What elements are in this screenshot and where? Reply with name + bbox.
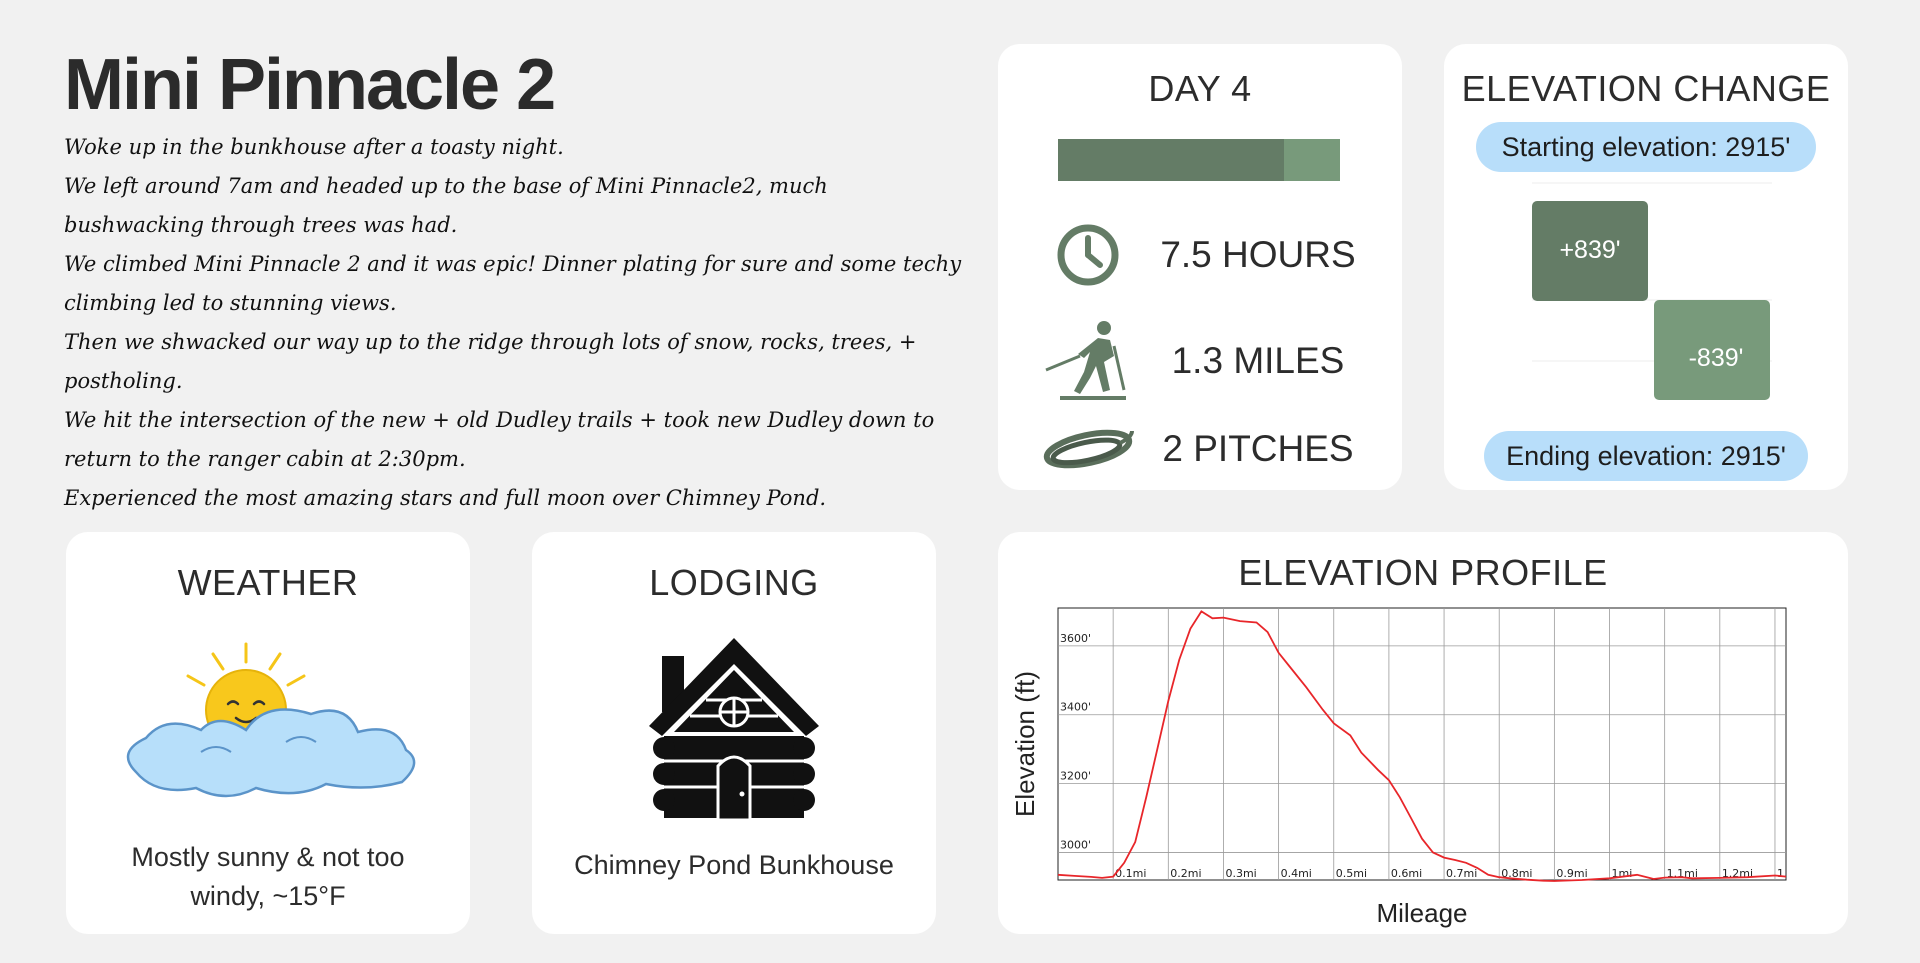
journal-line: We hit the intersection of the new + old… [64,408,935,471]
sun-cloud-icon [106,632,436,817]
journal-line: Then we shwacked our way up to the ridge… [64,330,917,393]
y-tick-label: 3000' [1060,838,1091,851]
journal-line: We climbed Mini Pinnacle 2 and it was ep… [64,252,962,315]
day-title: DAY 4 [1148,68,1252,109]
stat-hours-label: 7.5 HOURS [1160,234,1356,275]
journal-entry: Woke up in the bunkhouse after a toasty … [64,128,964,518]
x-tick-label: 0.6mi [1391,867,1422,880]
x-tick-label: 0.3mi [1225,867,1256,880]
gain-label: +839' [1559,236,1620,264]
lodging-title: LODGING [649,562,819,603]
journal-line: We left around 7am and headed up to the … [64,174,828,237]
y-tick-label: 3200' [1060,770,1091,783]
cabin-icon [644,636,824,827]
weather-title: WEATHER [177,562,359,603]
stat-hours: 7.5 HOURS [1038,210,1378,300]
stat-pitches-label: 2 PITCHES [1162,428,1354,469]
stat-miles-label: 1.3 MILES [1171,340,1345,381]
journal-line: Experienced the most amazing stars and f… [64,486,827,510]
y-axis-label: Elevation (ft) [1010,671,1040,817]
x-tick-label: 0.2mi [1170,867,1201,880]
stat-miles: 1.3 MILES [1038,316,1378,406]
skier-icon [1038,316,1138,406]
x-tick-label: 1. [1777,867,1788,880]
journal-line: Woke up in the bunkhouse after a toasty … [64,135,564,159]
elevation-profile-card: ELEVATION PROFILE 0.1mi 0.2mi 0.3mi 0.4mi 0.… [998,532,1848,934]
lodging-card: LODGING Chimney Pond Bunkhouse [532,532,936,934]
elevation-profile-chart: 0.1mi 0.2mi 0.3mi 0.4mi 0.5mi 0.6mi 0.7mi 0.8mi… [1010,607,1788,928]
elevation-change-card: ELEVATION CHANGE Starting elevation: 291… [1444,44,1848,490]
weather-description: Mostly sunny & not too windy, ~15°F [131,842,405,911]
x-tick-label: 0.5mi [1336,867,1367,880]
loss-label: -839' [1689,344,1744,372]
page-title: Mini Pinnacle 2 [64,45,556,125]
lodging-name: Chimney Pond Bunkhouse [574,850,894,880]
x-tick-label: 0.4mi [1281,867,1312,880]
day-progress-fill [1058,139,1284,181]
x-tick-label: 0.9mi [1556,867,1587,880]
y-tick-label: 3600' [1060,632,1091,645]
ending-elevation-pill: Ending elevation: 2915' [1484,431,1808,481]
day-card: DAY 4 7.5 HOURS 1.3 MILES 2 PITCHES [998,44,1402,490]
stat-pitches: 2 PITCHES [1038,404,1378,494]
y-tick-label: 3400' [1060,701,1091,714]
rope-icon [1038,404,1138,494]
x-axis-label: Mileage [1376,898,1467,928]
x-tick-label: 0.7mi [1446,867,1477,880]
elevation-change-chart: +839' -839' [1532,182,1772,400]
weather-card: WEATHER Mostly sunny & not too windy, ~1… [66,532,470,934]
day-progress-bar [1058,139,1340,181]
clock-icon [1038,210,1138,300]
